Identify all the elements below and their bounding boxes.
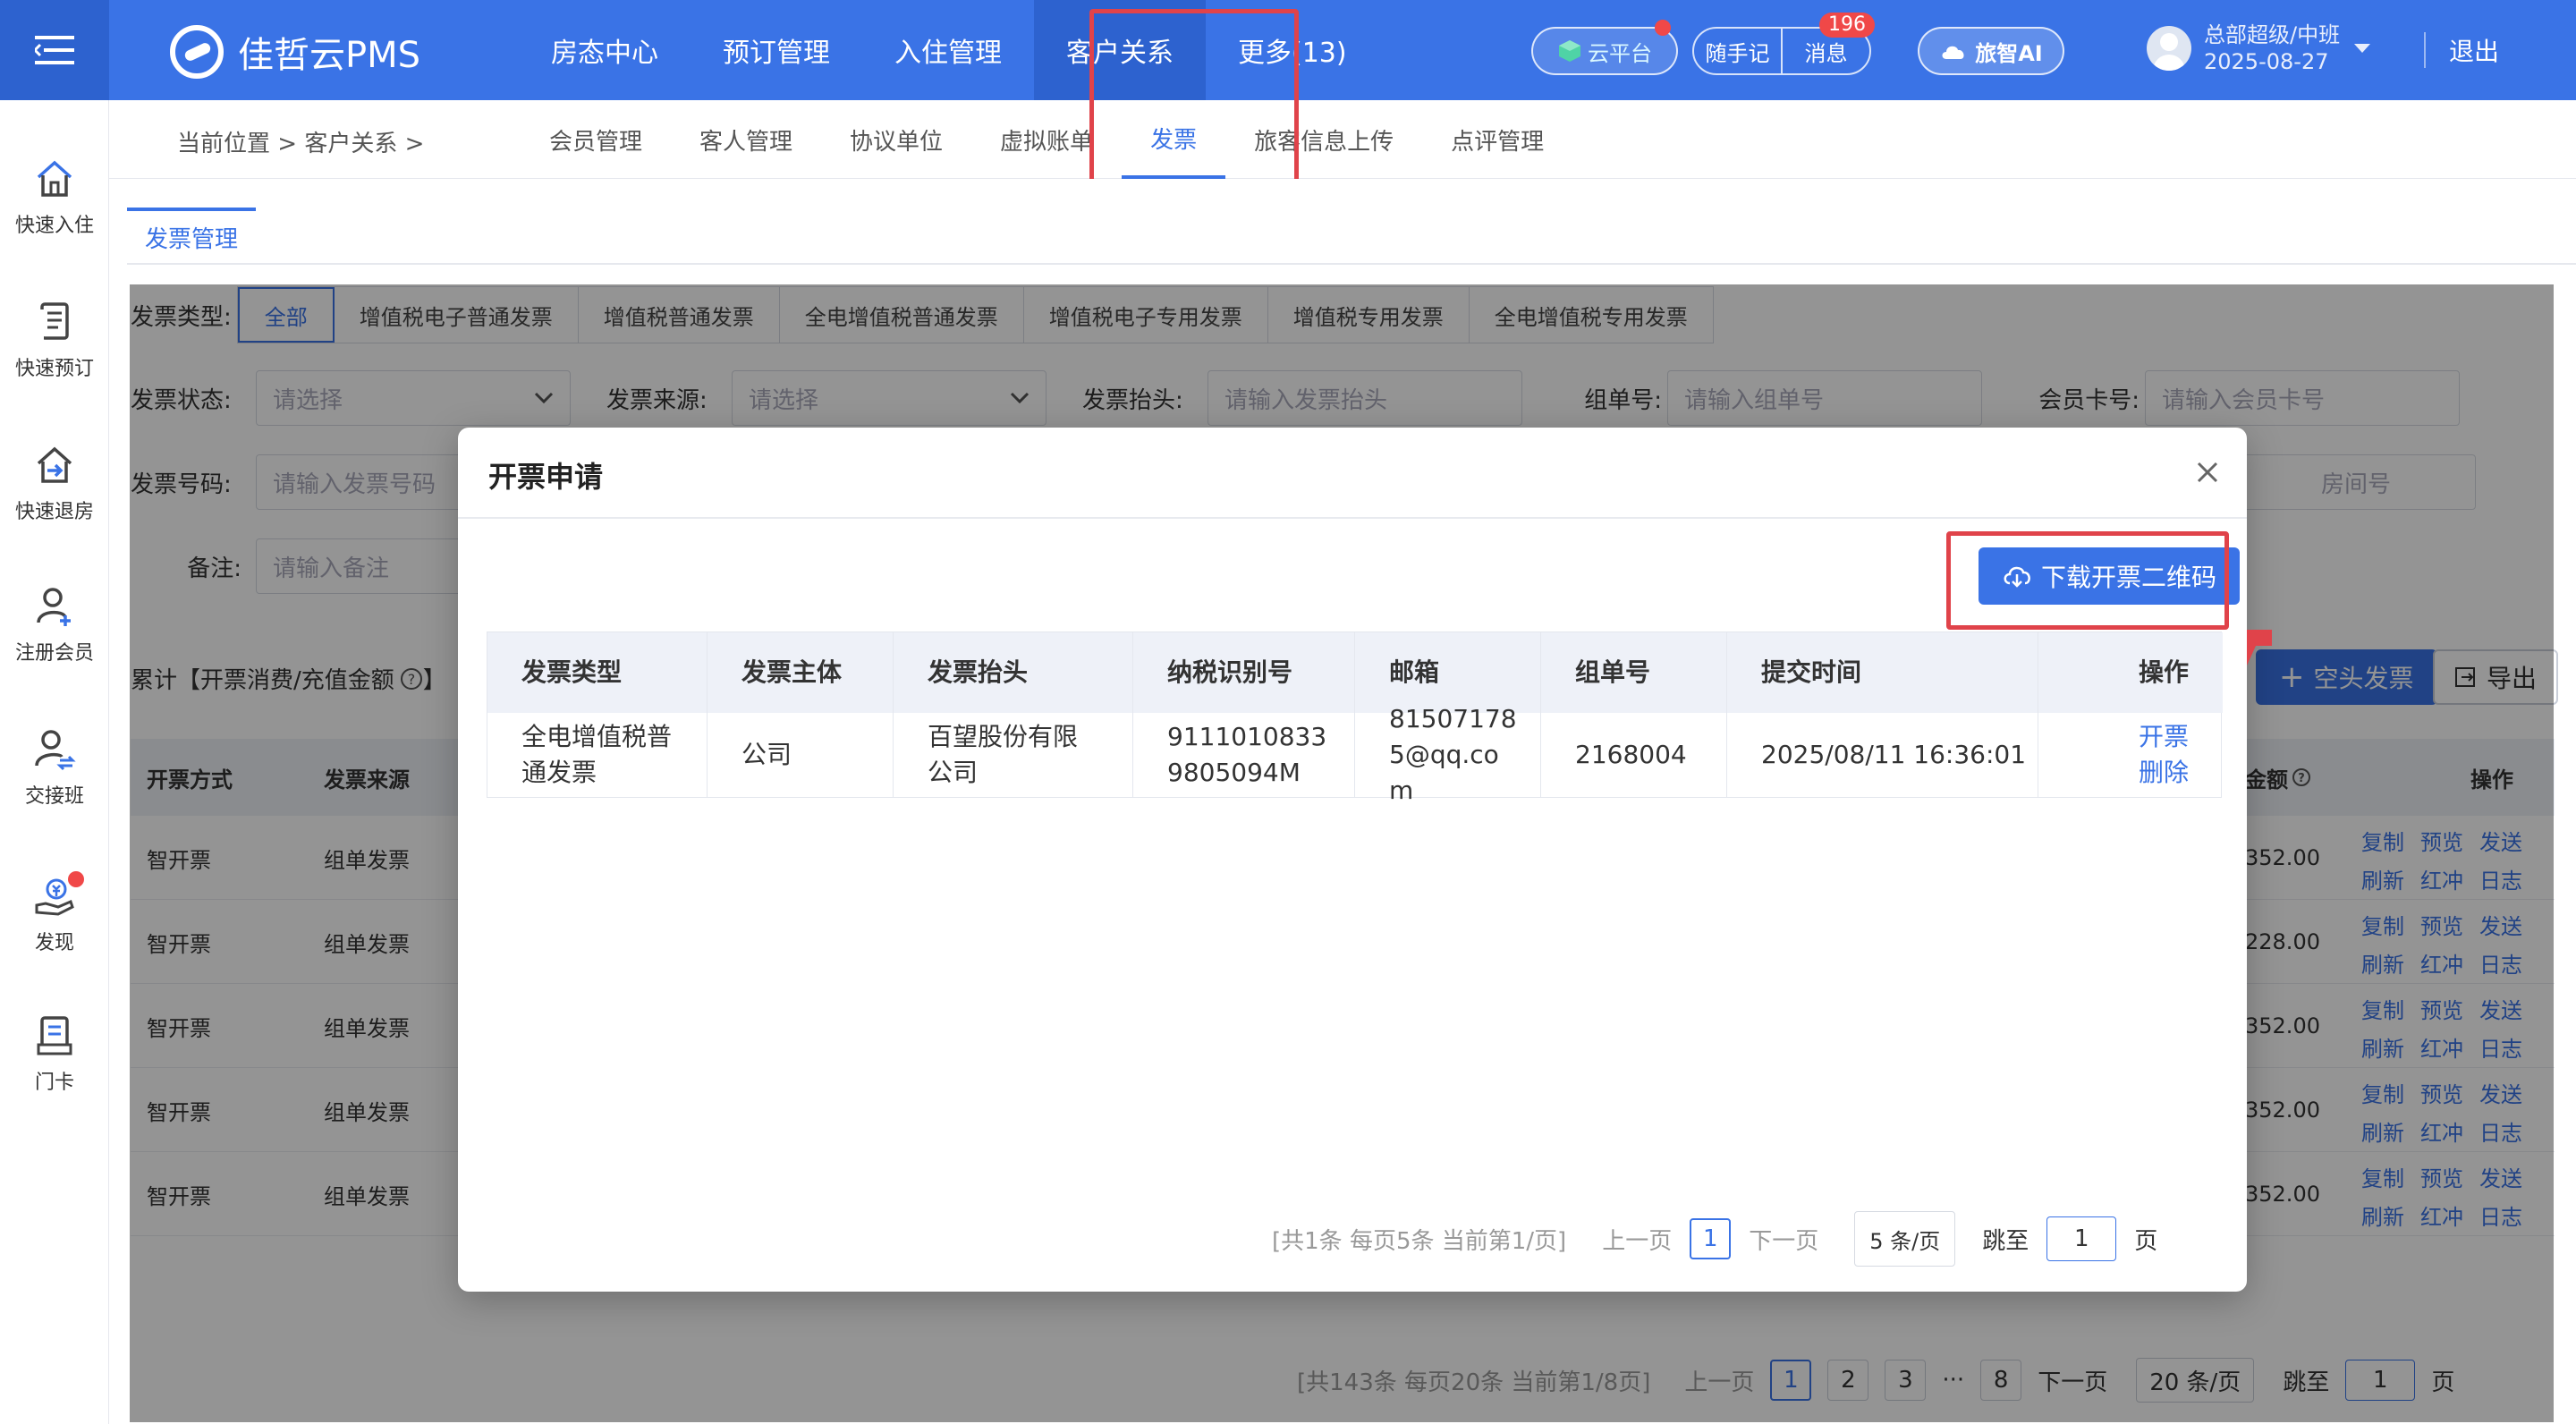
messages-button[interactable]: 消息 — [1783, 36, 1869, 67]
sidebar-item-register-member[interactable]: 注册会员 — [0, 583, 109, 665]
download-qrcode-button[interactable]: 下载开票二维码 — [1979, 547, 2241, 605]
sub-nav: 当前位置 > 客户关系 > 会员管理 客人管理 协议单位 虚拟账单 发票 旅客信… — [109, 100, 2576, 179]
sidebar-item-quick-checkout[interactable]: 快速退房 — [0, 442, 109, 524]
page-button[interactable]: 1 — [1690, 1218, 1732, 1259]
cloud-platform-button[interactable]: 云平台 — [1531, 27, 1678, 75]
sidebar-label: 交接班 — [24, 785, 84, 808]
tab-guest-info-upload[interactable]: 旅客信息上传 — [1225, 100, 1422, 179]
invoice-request-modal: 开票申请 下载开票二维码 发票类型 发票主体 发票抬头 纳税识别号 邮箱 组单号… — [458, 428, 2247, 1292]
table-row: 全电增值税普通发票 公司 百望股份有限公司 91110108339805094M… — [487, 704, 2223, 805]
jump-input[interactable]: 1 — [2046, 1216, 2117, 1261]
nav-more[interactable]: 更多(13) — [1206, 0, 1379, 100]
delete-link[interactable]: 删除 — [2139, 755, 2189, 791]
add-user-icon — [37, 588, 71, 626]
checkout-icon — [37, 446, 72, 483]
hamburger-icon — [35, 36, 74, 64]
sidebar: 快速入住 快速预订 快速退房 注册会员 交接班 发现 门卡 — [0, 100, 109, 1424]
user-role: 总部超级/中班 — [2204, 22, 2341, 47]
sidebar-item-quick-checkin[interactable]: 快速入住 — [0, 156, 109, 238]
modal-pager: [共1条 每页5条 当前第1/页] 上一页 1 下一页 5 条/页 跳至 1 页 — [1272, 1211, 2157, 1267]
messages-badge: 196 — [1819, 13, 1875, 38]
card-icon — [37, 1016, 72, 1055]
nav-room-status[interactable]: 房态中心 — [519, 0, 691, 100]
tab-review-management[interactable]: 点评管理 — [1422, 100, 1572, 179]
sidebar-label: 注册会员 — [14, 642, 94, 665]
flag-icon — [2247, 630, 2272, 665]
tab-member-management[interactable]: 会员管理 — [521, 100, 671, 179]
caret-down-icon — [2354, 44, 2371, 53]
tab-invoice[interactable]: 发票 — [1122, 100, 1226, 179]
sidebar-item-shift-handover[interactable]: 交接班 — [0, 726, 109, 809]
tab-invoice-management[interactable]: 发票管理 — [127, 208, 257, 263]
top-bar: 佳哲云PMS 房态中心 预订管理 入住管理 客户关系 更多(13) 云平台 随手… — [0, 0, 2576, 100]
pager-summary: [共1条 每页5条 当前第1/页] — [1272, 1227, 1567, 1255]
invoice-request-table: 发票类型 发票主体 发票抬头 纳税识别号 邮箱 组单号 提交时间 操作 全电增值… — [487, 631, 2223, 805]
cube-icon — [1559, 40, 1580, 62]
cloud-icon — [1942, 46, 1964, 59]
breadcrumb: 当前位置 > 客户关系 > — [177, 131, 425, 157]
cloud-notify-dot — [1655, 20, 1671, 36]
issue-invoice-link[interactable]: 开票 — [2139, 719, 2189, 755]
home-icon — [37, 160, 72, 197]
cloud-download-icon — [2004, 566, 2030, 588]
document-icon — [38, 302, 69, 340]
brand-name: 佳哲云PMS — [238, 35, 421, 76]
sub-tabs: 会员管理 客人管理 协议单位 虚拟账单 发票 旅客信息上传 点评管理 — [521, 100, 1572, 179]
cloud-platform-label: 云平台 — [1588, 40, 1652, 66]
next-page-button[interactable]: 下一页 — [1749, 1223, 1818, 1256]
sidebar-label: 快速退房 — [14, 501, 94, 523]
brand-logo-icon — [170, 25, 224, 79]
shift-icon — [35, 730, 76, 771]
logout-button[interactable]: 退出 — [2449, 0, 2499, 100]
user-date: 2025-08-27 — [2204, 49, 2329, 74]
memo-button[interactable]: 随手记 — [1694, 36, 1781, 67]
table-header: 发票类型 发票主体 发票抬头 纳税识别号 邮箱 组单号 提交时间 操作 — [487, 632, 2223, 713]
modal-title: 开票申请 — [488, 460, 604, 494]
ai-label: 旅智AI — [1975, 40, 2043, 66]
avatar — [2147, 26, 2191, 71]
tab-guest-management[interactable]: 客人管理 — [671, 100, 821, 179]
sidebar-item-door-card[interactable]: 门卡 — [0, 1013, 109, 1095]
sidebar-item-discover[interactable]: 发现 — [0, 873, 109, 955]
ai-button[interactable]: 旅智AI — [1918, 27, 2064, 75]
brand[interactable]: 佳哲云PMS — [170, 25, 420, 79]
sidebar-label: 发现 — [34, 932, 74, 954]
page-unit: 页 — [2134, 1227, 2158, 1255]
tab-agreement-units[interactable]: 协议单位 — [821, 100, 971, 179]
sidebar-item-quick-booking[interactable]: 快速预订 — [0, 299, 109, 381]
user-menu[interactable]: 总部超级/中班 2025-08-27 — [2147, 21, 2372, 75]
close-icon[interactable] — [2190, 454, 2225, 490]
sidebar-label: 快速入住 — [14, 215, 94, 237]
nav-booking[interactable]: 预订管理 — [691, 0, 862, 100]
jump-label: 跳至 — [1982, 1227, 2029, 1255]
prev-page-button[interactable]: 上一页 — [1602, 1223, 1672, 1256]
sidebar-label: 快速预订 — [14, 358, 94, 380]
sidebar-label: 门卡 — [34, 1072, 74, 1094]
nav-checkin[interactable]: 入住管理 — [862, 0, 1034, 100]
menu-toggle-button[interactable] — [0, 0, 109, 100]
page-size-select[interactable]: 5 条/页 — [1854, 1211, 1956, 1267]
top-nav: 房态中心 预订管理 入住管理 客户关系 更多(13) — [519, 0, 1379, 100]
discover-notify-dot — [68, 871, 84, 887]
tab-virtual-bill[interactable]: 虚拟账单 — [971, 100, 1122, 179]
nav-customer-relations[interactable]: 客户关系 — [1034, 0, 1206, 100]
